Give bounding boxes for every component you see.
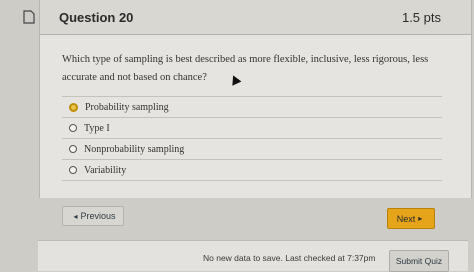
radio-icon[interactable] xyxy=(69,145,77,153)
radio-icon[interactable] xyxy=(69,124,77,132)
next-label: Next xyxy=(396,213,416,224)
radio-icon[interactable] xyxy=(69,166,77,174)
answer-option[interactable]: Variability xyxy=(62,159,442,181)
answer-choices: Probability sampling Type I Nonprobabili… xyxy=(62,96,442,181)
next-button[interactable]: Next ▸ xyxy=(387,208,435,229)
previous-label: Previous xyxy=(80,211,116,221)
triangle-right-icon: ▸ xyxy=(418,214,423,223)
answer-label: Nonprobability sampling xyxy=(84,143,185,155)
quiz-footer: No new data to save. Last checked at 7:3… xyxy=(38,240,468,272)
answer-label: Probability sampling xyxy=(85,101,169,113)
radio-selected-icon[interactable] xyxy=(69,102,78,112)
question-header: Question 20 1.5 pts xyxy=(40,0,471,35)
question-text: Which type of sampling is best described… xyxy=(62,54,429,83)
triangle-left-icon: ◂ xyxy=(73,211,78,221)
previous-button[interactable]: ◂ Previous xyxy=(62,206,124,226)
answer-option[interactable]: Type I xyxy=(62,117,442,138)
answer-label: Type I xyxy=(84,122,110,134)
question-title: Question 20 xyxy=(59,10,134,25)
answer-option[interactable]: Nonprobability sampling xyxy=(62,138,442,159)
submit-quiz-button[interactable]: Submit Quiz xyxy=(389,250,449,272)
answer-option[interactable]: Probability sampling xyxy=(62,96,442,117)
answer-label: Variability xyxy=(84,164,127,176)
bookmark-icon[interactable] xyxy=(22,10,36,24)
question-points: 1.5 pts xyxy=(401,10,441,25)
autosave-status: No new data to save. Last checked at 7:3… xyxy=(203,253,376,263)
